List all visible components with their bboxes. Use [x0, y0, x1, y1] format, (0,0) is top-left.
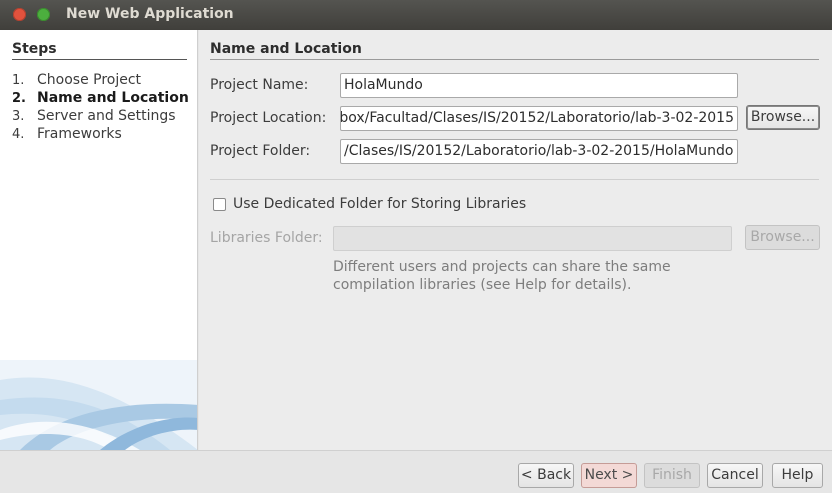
step-item-frameworks: 4. Frameworks	[12, 126, 122, 142]
section-title: Name and Location	[210, 41, 362, 57]
libraries-folder-input[interactable]	[333, 226, 732, 251]
back-button[interactable]: < Back	[518, 463, 574, 488]
project-location-label: Project Location:	[210, 110, 327, 126]
libraries-browse-button[interactable]: Browse...	[745, 225, 820, 250]
step-item-choose-project: 1. Choose Project	[12, 72, 142, 88]
project-name-input[interactable]: HolaMundo	[340, 73, 738, 98]
netbeans-swoosh-graphic	[0, 360, 197, 450]
cancel-button[interactable]: Cancel	[707, 463, 763, 488]
project-location-browse-button[interactable]: Browse...	[746, 105, 820, 130]
help-button[interactable]: Help	[772, 463, 823, 488]
libraries-folder-label: Libraries Folder:	[210, 230, 323, 246]
title-bar: New Web Application	[0, 0, 832, 30]
finish-button[interactable]: Finish	[644, 463, 700, 488]
minimize-window-button[interactable]	[37, 8, 50, 21]
step-item-server-and-settings: 3. Server and Settings	[12, 108, 176, 124]
section-divider	[210, 59, 819, 60]
steps-divider	[12, 59, 187, 60]
next-button[interactable]: Next >	[581, 463, 637, 488]
project-name-label: Project Name:	[210, 77, 309, 93]
steps-title: Steps	[12, 41, 57, 57]
libraries-help-text: Different users and projects can share t…	[333, 259, 671, 293]
dedicated-folder-label[interactable]: Use Dedicated Folder for Storing Librari…	[233, 196, 526, 212]
project-folder-label: Project Folder:	[210, 143, 311, 159]
steps-list: 1. Choose Project 2. Name and Location 3. S…	[12, 71, 189, 143]
window-title: New Web Application	[66, 6, 234, 22]
project-folder-input[interactable]: /Clases/IS/20152/Laboratorio/lab-3-02-20…	[340, 139, 738, 164]
dedicated-folder-checkbox[interactable]	[213, 198, 226, 211]
name-location-panel: Name and Location Project Name: HolaMund…	[199, 30, 832, 450]
step-item-name-and-location: 2. Name and Location	[12, 90, 189, 106]
steps-panel: Steps 1. Choose Project 2. Name and Locati…	[0, 30, 198, 450]
close-window-button[interactable]	[13, 8, 26, 21]
project-location-input[interactable]: /home/user/Dropbox/Facultad/Clases/IS/20…	[340, 106, 738, 131]
wizard-button-bar: < Back Next > Finish Cancel Help	[0, 450, 832, 493]
options-divider	[210, 179, 819, 180]
